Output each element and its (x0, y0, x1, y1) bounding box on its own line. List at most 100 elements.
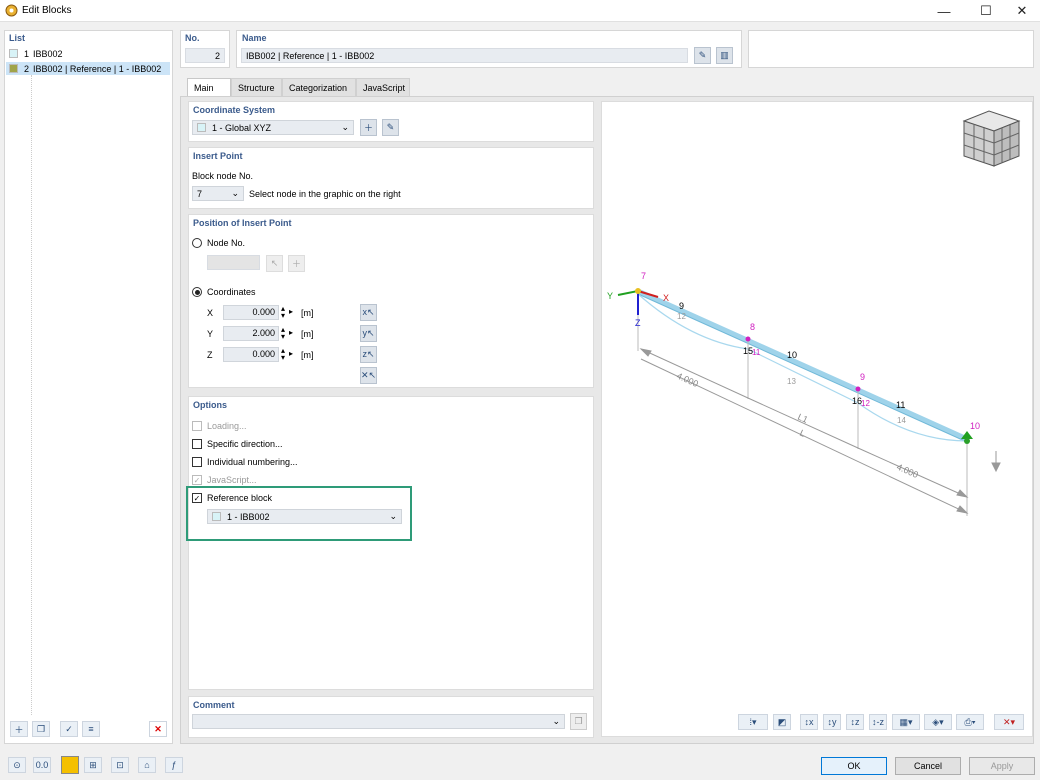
y-spinner-icon[interactable]: ▴ ▾ (281, 326, 285, 341)
checkbox (192, 421, 202, 431)
view-icon[interactable]: ⊡ (111, 757, 129, 773)
new-coordinate-system-icon[interactable]: ＋ (360, 119, 377, 136)
ok-button[interactable]: OK (821, 757, 887, 775)
axis-z-label: Z (635, 318, 641, 328)
title-bar (0, 0, 1040, 22)
view-y-icon[interactable]: ↕y (823, 714, 841, 730)
line-label-13: 13 (787, 377, 796, 386)
view-negz-icon[interactable]: ↕-z (869, 714, 887, 730)
function-icon[interactable]: ƒ (165, 757, 183, 773)
pick-point-icon[interactable]: ✕↖ (360, 367, 377, 384)
coordinates-radio[interactable]: Coordinates (192, 287, 256, 297)
apply-button[interactable]: Apply (969, 757, 1035, 775)
library-icon[interactable]: ▥ (716, 47, 733, 64)
node-label-8: 8 (750, 322, 755, 332)
list-panel (4, 30, 173, 744)
reset-icon[interactable]: ✕▾ (994, 714, 1024, 730)
x-spinner-icon[interactable]: ▴ ▾ (281, 305, 285, 320)
comment-library-icon[interactable]: ❐ (570, 713, 587, 730)
pick-y-icon[interactable]: y↖ (360, 325, 377, 342)
comment-input[interactable]: ⌄ (192, 714, 565, 729)
app-icon (5, 4, 18, 17)
print-icon[interactable]: ⎙▾ (956, 714, 984, 730)
reference-block-select[interactable]: 1 - IBB002 ⌄ (207, 509, 402, 524)
axis-y-label: Y (607, 291, 613, 301)
new-block-icon[interactable]: ＋ (10, 721, 28, 737)
y-arrow-icon[interactable]: ▸ (289, 328, 293, 337)
pick-x-icon[interactable]: x↖ (360, 304, 377, 321)
z-spinner-icon[interactable]: ▴ ▾ (281, 347, 285, 362)
pick-z-icon[interactable]: z↖ (360, 346, 377, 363)
check-all-icon[interactable]: ✓ (60, 721, 78, 737)
reference-block-label: Reference block (207, 493, 273, 503)
color-icon[interactable] (61, 756, 79, 774)
list-header: List (9, 33, 26, 43)
checkbox-checked-disabled: ✓ (192, 475, 202, 485)
chevron-down-icon: ⌄ (389, 511, 397, 521)
checkbox-checked[interactable]: ✓ (192, 493, 202, 503)
individual-numbering-checkbox[interactable]: Individual numbering... (192, 457, 298, 467)
x-arrow-icon[interactable]: ▸ (289, 307, 293, 316)
cancel-button[interactable]: Cancel (895, 757, 961, 775)
chart-icon[interactable]: ◩ (773, 714, 791, 730)
coordinate-system-header: Coordinate System (193, 105, 276, 115)
members (636, 288, 969, 516)
name-label: Name (242, 33, 267, 43)
no-field[interactable]: 2 (185, 48, 225, 63)
specific-direction-checkbox[interactable]: Specific direction... (192, 439, 283, 449)
node-no-radio[interactable]: Node No. (192, 238, 245, 248)
tab-javascript[interactable]: JavaScript (356, 78, 410, 96)
list-item-label: IBB002 | Reference | 1 - IBB002 (33, 63, 162, 74)
list-item-selected[interactable]: 2 IBB002 | Reference | 1 - IBB002 (6, 62, 170, 75)
loading-checkbox: Loading... (192, 421, 247, 431)
name-field[interactable]: IBB002 | Reference | 1 - IBB002 (241, 48, 688, 63)
help-icon[interactable]: ⊙ (8, 757, 26, 773)
sub-label-12: 12 (861, 399, 870, 408)
minimize-button[interactable]: — (926, 2, 962, 20)
checkbox[interactable] (192, 439, 202, 449)
z-unit: [m] (301, 350, 314, 360)
edit-coordinate-system-icon[interactable]: ✎ (382, 119, 399, 136)
close-window-button[interactable]: ✕ (1004, 2, 1040, 20)
structure-graphic[interactable]: 4.000 4.000 L1 L 7 8 9 10 9 10 11 15 16 … (601, 101, 1033, 737)
node-label-9: 9 (860, 372, 865, 382)
display-options-icon[interactable]: ⁞▾ (738, 714, 768, 730)
x-input[interactable]: 0.000 (223, 305, 279, 320)
edit-name-icon[interactable]: ✎ (694, 47, 711, 64)
view-x-icon[interactable]: ↕x (800, 714, 818, 730)
line-label-14: 14 (897, 416, 906, 425)
model-icon[interactable]: ⌂ (138, 757, 156, 773)
block-node-select[interactable]: 7 ⌄ (192, 186, 244, 201)
list-item[interactable]: 1 IBB002 (6, 47, 170, 60)
radio-unchecked[interactable] (192, 238, 202, 248)
tab-structure[interactable]: Structure (231, 78, 282, 96)
y-input[interactable]: 2.000 (223, 326, 279, 341)
color-swatch (212, 512, 221, 521)
specific-direction-label: Specific direction... (207, 439, 283, 449)
x-label: X (207, 308, 214, 318)
axes-icon: X Y Z (607, 288, 669, 328)
delete-icon[interactable]: ✕ (149, 721, 167, 737)
tab-main[interactable]: Main (187, 78, 231, 97)
view-z-icon[interactable]: ↕z (846, 714, 864, 730)
render-mode-icon[interactable]: ▦▾ (892, 714, 920, 730)
radio-checked[interactable] (192, 287, 202, 297)
coordinate-system-select[interactable]: 1 - Global XYZ ⌄ (192, 120, 354, 135)
dim-label-2: 4.000 (895, 462, 920, 480)
z-arrow-icon[interactable]: ▸ (289, 349, 293, 358)
checkbox[interactable] (192, 457, 202, 467)
uncheck-all-icon[interactable]: ≡ (82, 721, 100, 737)
insert-hint: Select node in the graphic on the right (249, 189, 401, 199)
window-title: Edit Blocks (22, 5, 72, 16)
units-icon[interactable]: 0.0 (33, 757, 51, 773)
iso-view-icon[interactable]: ◈▾ (924, 714, 952, 730)
maximize-button[interactable]: ☐ (968, 2, 1004, 20)
spare-panel (748, 30, 1034, 68)
tree-guide (31, 75, 32, 715)
tab-categorization[interactable]: Categorization (282, 78, 356, 96)
reference-block-checkbox[interactable]: ✓ Reference block (192, 493, 272, 503)
member-label-9: 9 (679, 301, 684, 311)
z-input[interactable]: 0.000 (223, 347, 279, 362)
copy-block-icon[interactable]: ❐ (32, 721, 50, 737)
tree-icon[interactable]: ⊞ (84, 757, 102, 773)
